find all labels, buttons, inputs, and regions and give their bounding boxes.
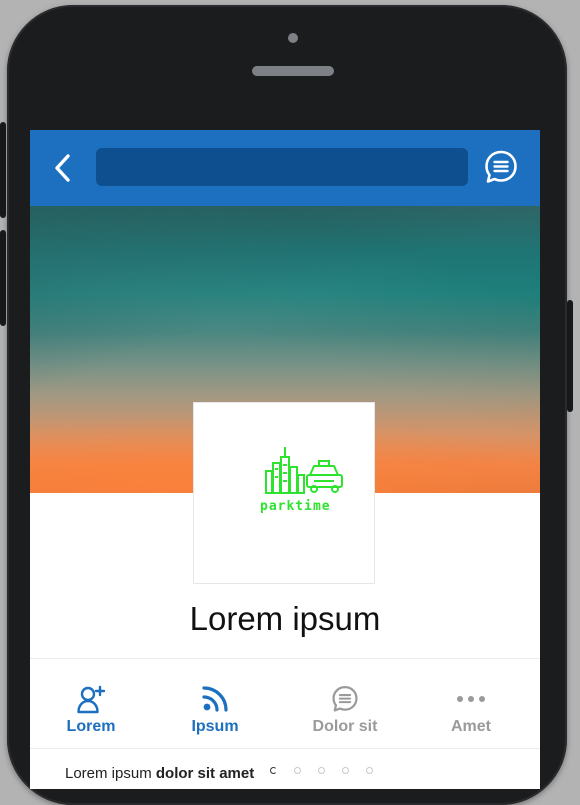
tab-ipsum[interactable]: Ipsum — [154, 660, 276, 748]
profile-tabs: Lorem Ipsum Dolor sit Amet — [30, 660, 540, 748]
tab-lorem[interactable]: Lorem — [30, 660, 152, 748]
tab-label: Amet — [450, 718, 491, 735]
earpiece-speaker — [252, 66, 334, 76]
post-caption: Lorem ipsum dolor sit amet — [65, 765, 254, 782]
tab-amet[interactable]: Amet — [410, 660, 532, 748]
divider — [30, 658, 540, 659]
messages-button[interactable] — [482, 148, 520, 186]
divider — [30, 748, 540, 749]
app-screen: parktime Lorem ipsum Lorem Ipsum Dolor s… — [30, 130, 540, 789]
tab-label: Lorem — [66, 718, 116, 735]
page-title: Lorem ipsum — [189, 600, 381, 637]
add-user-icon — [77, 685, 106, 714]
tab-label: Ipsum — [191, 718, 239, 735]
power-button — [567, 300, 573, 412]
pager-dot[interactable] — [294, 767, 301, 774]
pager-dot[interactable] — [270, 767, 277, 774]
search-input[interactable] — [96, 148, 468, 186]
profile-logo: parktime — [193, 402, 375, 584]
logo-wordmark: parktime — [260, 499, 331, 514]
rss-feed-icon — [202, 686, 228, 712]
tab-dolor-sit[interactable]: Dolor sit — [284, 660, 406, 748]
parktime-logo-icon — [265, 447, 343, 494]
pager-dot[interactable] — [342, 767, 349, 774]
chat-bubble-icon — [332, 686, 358, 712]
front-camera — [288, 33, 298, 43]
pager-dot[interactable] — [318, 767, 325, 774]
pager-dot[interactable] — [366, 767, 373, 774]
more-dots-icon — [457, 696, 485, 702]
app-header — [30, 130, 540, 206]
volume-up-button — [0, 122, 6, 218]
caption-text: Lorem ipsum — [65, 765, 156, 782]
chat-bubble-icon — [485, 150, 517, 183]
chevron-left-icon — [55, 154, 70, 182]
volume-down-button — [0, 230, 6, 326]
tab-label: Dolor sit — [312, 718, 378, 735]
back-button[interactable] — [46, 150, 82, 186]
caption-bold-text: dolor sit amet — [155, 765, 255, 782]
